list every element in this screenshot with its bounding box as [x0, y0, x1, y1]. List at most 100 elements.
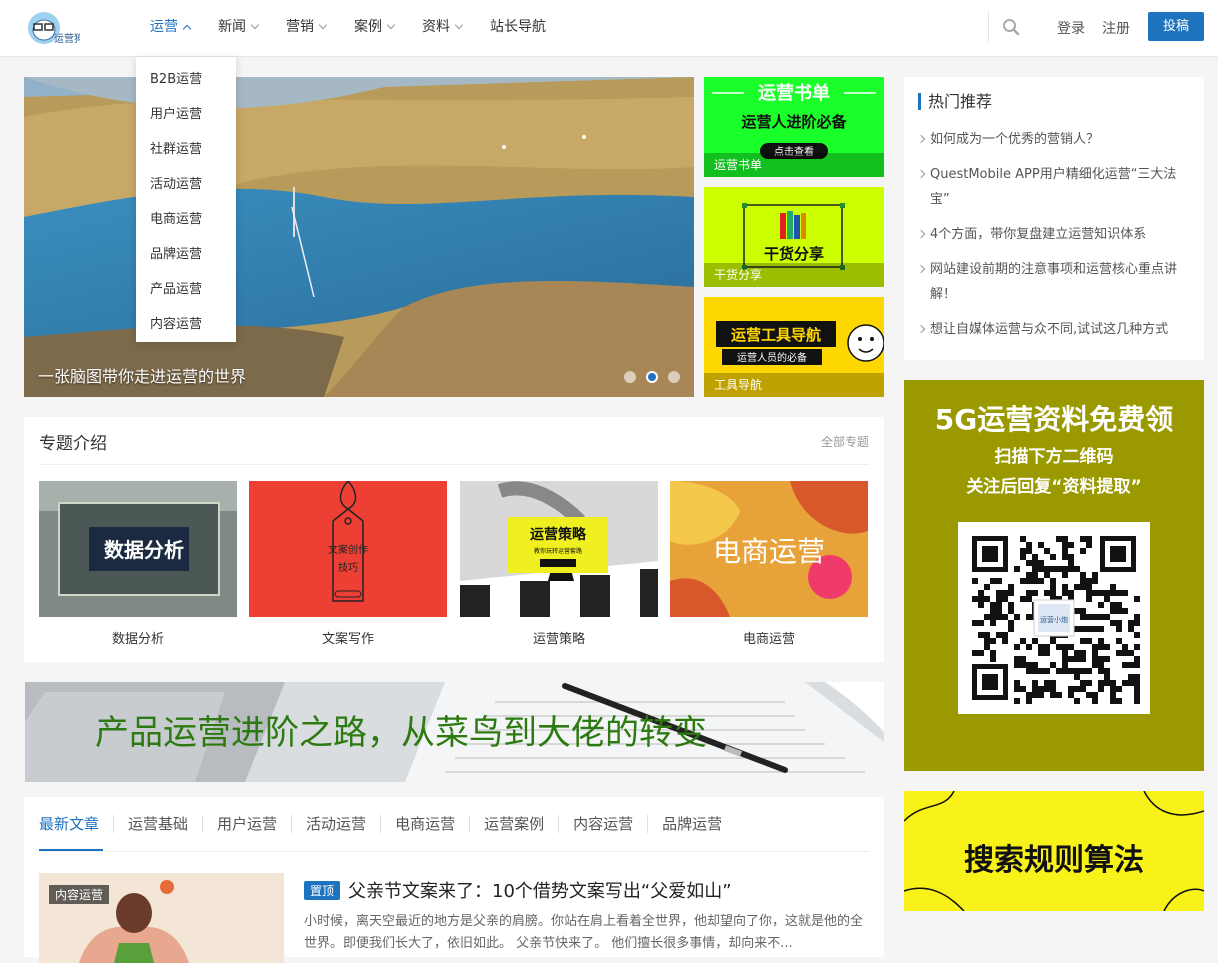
hot-list: 如何成为一个优秀的营销人？ QuestMobile APP用户精细化运营“三大法… — [918, 127, 1194, 352]
nav-item-operations[interactable]: 运营 — [150, 0, 192, 54]
side-card-booklist[interactable]: 运营书单 运营人进阶必备 点击查看 运营书单 — [704, 77, 884, 177]
topic-label[interactable]: 电商运营 — [670, 628, 868, 647]
dropdown-item[interactable]: 品牌运营 — [136, 237, 236, 272]
dropdown-item[interactable]: 用户运营 — [136, 97, 236, 132]
submit-post-button[interactable]: 投稿 — [1148, 12, 1204, 41]
nav-item-news[interactable]: 新闻 — [218, 0, 260, 54]
svg-text:技巧: 技巧 — [338, 561, 358, 574]
divider — [39, 464, 869, 465]
register-link[interactable]: 注册 — [1102, 18, 1130, 38]
topic-card-copywriting[interactable]: 文案创作 技巧 — [249, 481, 447, 617]
svg-text:运营狗: 运营狗 — [54, 32, 80, 45]
login-link[interactable]: 登录 — [1057, 18, 1085, 38]
side-card-dry-goods[interactable]: 干货分享 干货分享 — [704, 187, 884, 287]
operations-dropdown: B2B运营 用户运营 社群运营 活动运营 电商运营 品牌运营 产品运营 内容运营 — [136, 57, 236, 342]
article-tabs: 最新文章 运营基础 用户运营 活动运营 电商运营 运营案例 内容运营 品牌运营 — [39, 815, 736, 833]
article-title-text[interactable]: 父亲节文案来了：10个借势文案写出“父爱如山” — [348, 877, 732, 903]
ad-line: 扫描下方二维码 — [994, 447, 1114, 467]
side-card-caption: 运营书单 — [704, 153, 884, 177]
tab-content-ops[interactable]: 内容运营 — [558, 815, 647, 833]
header-divider — [988, 12, 989, 42]
topic-card-ecommerce[interactable]: 电商运营 — [670, 481, 868, 617]
side-card-tools[interactable]: 运营工具导航 运营人员的必备 工具导航 — [704, 297, 884, 397]
active-tab-indicator — [39, 849, 103, 851]
chevron-down-icon — [386, 20, 396, 30]
slider-dot[interactable] — [624, 371, 636, 383]
chevron-up-icon — [182, 24, 192, 34]
chevron-down-icon — [250, 20, 260, 30]
site-header: 运营狗 运营 新闻 营销 案例 资料 站长导航 登录 注册 投稿 — [0, 0, 1218, 57]
hot-title: 热门推荐 — [918, 93, 992, 110]
hot-item[interactable]: 如何成为一个优秀的营销人？ — [918, 127, 1194, 152]
topic-label[interactable]: 运营策略 — [460, 628, 658, 647]
tab-cases[interactable]: 运营案例 — [469, 815, 558, 833]
hot-recommendations: 热门推荐 如何成为一个优秀的营销人？ QuestMobile APP用户精细化运… — [904, 77, 1204, 360]
hot-item[interactable]: QuestMobile APP用户精细化运营“三大法宝” — [918, 162, 1194, 212]
ad-title: 5G运营资料免费领 — [934, 403, 1174, 436]
topics-title: 专题介绍 — [39, 434, 107, 454]
tab-brand-ops[interactable]: 品牌运营 — [647, 815, 736, 833]
nav-item-webmaster[interactable]: 站长导航 — [490, 0, 546, 54]
tab-basics[interactable]: 运营基础 — [113, 815, 202, 833]
svg-text:运营小炮: 运营小炮 — [1040, 615, 1068, 624]
slider-dot[interactable] — [668, 371, 680, 383]
dropdown-item[interactable]: B2B运营 — [136, 62, 236, 97]
tab-user-ops[interactable]: 用户运营 — [202, 815, 291, 833]
articles-section: 最新文章 运营基础 用户运营 活动运营 电商运营 运营案例 内容运营 品牌运营 … — [24, 797, 884, 963]
ad-search-title: 搜索规则算法 — [964, 843, 1144, 878]
side-card-caption: 工具导航 — [704, 373, 884, 397]
chevron-down-icon — [454, 20, 464, 30]
article-title[interactable]: 置顶 父亲节文案来了：10个借势文案写出“父爱如山” — [304, 877, 732, 903]
svg-text:运营人进阶必备: 运营人进阶必备 — [741, 113, 847, 131]
svg-text:运营策略: 运营策略 — [530, 526, 587, 543]
hero-image — [24, 77, 694, 397]
slider-caption[interactable]: 一张脑图带你走进运营的世界 — [38, 363, 246, 387]
svg-text:教你玩转运营套路: 教你玩转运营套路 — [534, 547, 582, 555]
ad-search-algorithm[interactable]: 搜索规则算法 — [904, 791, 1204, 911]
main-nav: 运营 新闻 营销 案例 资料 站长导航 — [150, 0, 574, 54]
nav-item-cases[interactable]: 案例 — [354, 0, 396, 54]
tab-latest[interactable]: 最新文章 — [39, 815, 113, 833]
slider-dot-active[interactable] — [646, 371, 658, 383]
site-logo[interactable]: 运营狗 — [24, 6, 84, 50]
pinned-badge: 置顶 — [304, 880, 341, 900]
svg-text:数据分析: 数据分析 — [104, 538, 184, 562]
topic-card-data-analysis[interactable]: 数据分析 — [39, 481, 237, 617]
slider-dots — [624, 371, 680, 383]
dropdown-item[interactable]: 电商运营 — [136, 202, 236, 237]
promo-banner[interactable]: 产品运营进阶之路，从菜鸟到大佬的转变 — [25, 682, 884, 782]
ad-5g-resources[interactable]: 5G运营资料免费领 扫描下方二维码 关注后回复“资料提取” 运营小炮 — [904, 380, 1204, 771]
hot-item[interactable]: 网站建设前期的注意事项和运营核心重点讲解！ — [918, 257, 1194, 307]
tab-event-ops[interactable]: 活动运营 — [291, 815, 380, 833]
article-thumbnail[interactable]: 内容运营 — [39, 873, 284, 963]
hot-item[interactable]: 想让自媒体运营与众不同,试试这几种方式 — [918, 317, 1194, 342]
dropdown-item[interactable]: 活动运营 — [136, 167, 236, 202]
nav-item-resources[interactable]: 资料 — [422, 0, 464, 54]
svg-text:运营书单: 运营书单 — [758, 82, 830, 104]
hot-item[interactable]: 4个方面，带你复盘建立运营知识体系 — [918, 222, 1194, 247]
nav-item-marketing[interactable]: 营销 — [286, 0, 328, 54]
article-category-badge[interactable]: 内容运营 — [49, 885, 110, 904]
topic-label[interactable]: 数据分析 — [39, 628, 237, 647]
tab-ecommerce-ops[interactable]: 电商运营 — [380, 815, 469, 833]
svg-text:产品运营进阶之路，从菜鸟到大佬的转变: 产品运营进阶之路，从菜鸟到大佬的转变 — [95, 713, 707, 753]
dropdown-item[interactable]: 产品运营 — [136, 272, 236, 307]
svg-text:运营人员的必备: 运营人员的必备 — [737, 351, 807, 364]
svg-text:运营工具导航: 运营工具导航 — [731, 326, 821, 344]
all-topics-link[interactable]: 全部专题 — [821, 433, 869, 450]
svg-text:干货分享: 干货分享 — [764, 245, 824, 263]
side-card-caption: 干货分享 — [704, 263, 884, 287]
svg-text:电商运营: 电商运营 — [713, 535, 825, 568]
svg-text:文案创作: 文案创作 — [328, 543, 368, 556]
article-excerpt: 小时候，离天空最近的地方是父亲的肩膀。你站在肩上看着全世界，他却望向了你，这就是… — [304, 914, 864, 951]
divider — [39, 851, 869, 852]
qr-code: 运营小炮 — [958, 522, 1150, 714]
topic-label[interactable]: 文案写作 — [249, 628, 447, 647]
ad-line: 关注后回复“资料提取” — [966, 477, 1142, 497]
dropdown-item[interactable]: 社群运营 — [136, 132, 236, 167]
chevron-down-icon — [318, 20, 328, 30]
hero-slider[interactable]: 一张脑图带你走进运营的世界 — [24, 77, 694, 397]
dropdown-item[interactable]: 内容运营 — [136, 307, 236, 342]
search-icon[interactable] — [1002, 18, 1020, 36]
topic-card-strategy[interactable]: 运营策略 教你玩转运营套路 — [460, 481, 658, 617]
